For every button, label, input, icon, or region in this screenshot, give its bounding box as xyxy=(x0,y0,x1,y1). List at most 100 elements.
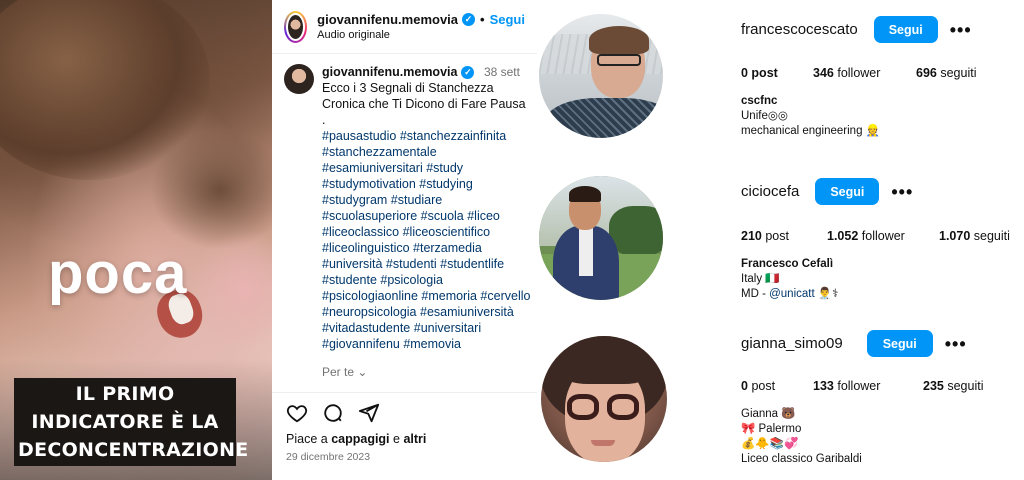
following-label: seguiti xyxy=(940,66,977,80)
bio-name: Francesco Cefalì xyxy=(741,258,834,270)
portrait-column xyxy=(537,0,725,480)
profile-bio: cscfnc Unife◎◎ mechanical engineering 👷 xyxy=(741,94,1021,139)
follow-button[interactable]: Segui xyxy=(815,178,880,205)
bio-link[interactable]: @unicatt xyxy=(769,288,815,300)
hashtag-line[interactable]: #psicologiaonline #memoria #cervello xyxy=(322,288,530,304)
profile-stats: 210 post 1.052 follower 1.070 seguiti xyxy=(741,229,1021,243)
comment-icon[interactable] xyxy=(322,402,344,424)
hashtag-line[interactable]: #esamiuniversitari #study xyxy=(322,160,530,176)
more-options-icon[interactable]: ••• xyxy=(945,335,967,353)
follower-count[interactable]: 346 follower xyxy=(813,66,916,80)
profiles-column: francescocescato Segui ••• 0 post 346 fo… xyxy=(725,0,1024,480)
video-caption-line: DECONCENTRAZIONE xyxy=(18,439,249,461)
hashtag-line[interactable]: #vitadastudente #universitari xyxy=(322,320,530,336)
following-count[interactable]: 235 seguiti xyxy=(923,379,983,393)
bio-line: Italy 🇮🇹 xyxy=(741,273,780,285)
hashtag-list: #pausastudio #stanchezzainfinita #stanch… xyxy=(322,128,530,352)
video-overlay-word: poca xyxy=(48,241,188,306)
photo-bangs xyxy=(561,350,651,384)
more-options-icon[interactable]: ••• xyxy=(950,21,972,39)
verified-badge-icon: ✓ xyxy=(462,13,476,26)
comment-line: . xyxy=(322,113,326,127)
see-more-label: Per te xyxy=(322,365,355,379)
follower-count-value: 133 xyxy=(813,379,834,393)
profile-username[interactable]: ciciocefa xyxy=(741,183,799,200)
hashtag-line[interactable]: #università #studenti #studentlife xyxy=(322,256,530,272)
following-count-value: 696 xyxy=(916,66,937,80)
comment-avatar[interactable] xyxy=(284,64,314,94)
hashtag-line[interactable]: #studente #psicologia xyxy=(322,272,530,288)
photo-clothing xyxy=(545,98,663,138)
hashtag-line[interactable]: #studymotivation #studying xyxy=(322,176,530,192)
bio-line: mechanical engineering 👷 xyxy=(741,125,880,137)
post-label: post xyxy=(751,379,776,393)
profile-username[interactable]: francescocescato xyxy=(741,21,858,38)
reel-video[interactable]: poca IL PRIMO INDICATORE È LA DECONCENTR… xyxy=(0,0,272,480)
photo-hair xyxy=(569,186,601,202)
bio-link-suffix: 👨‍⚕️⚕ xyxy=(814,288,839,300)
follow-button[interactable]: Segui xyxy=(866,330,933,357)
following-count-value: 235 xyxy=(923,379,944,393)
post-count: 0 post xyxy=(741,379,813,393)
profile-bio: Gianna 🐻 🎀 Palermo 💰🐥📚💞 Liceo classico G… xyxy=(741,407,1021,467)
comment-text: Ecco i 3 Segnali di Stanchezza Cronica c… xyxy=(322,80,530,128)
hashtag-line[interactable]: #pausastudio #stanchezzainfinita xyxy=(322,128,530,144)
photo-mouth xyxy=(591,440,615,446)
follow-button[interactable]: Segui xyxy=(873,16,938,43)
bio-line-with-link: MD - @unicatt 👨‍⚕️⚕ xyxy=(741,287,1021,302)
likes-and: e xyxy=(393,432,400,446)
share-icon[interactable] xyxy=(358,402,380,424)
post-panel: giovannifenu.memovia ✓ • Segui Audio ori… xyxy=(272,0,537,480)
separator-dot: • xyxy=(480,12,485,27)
author-username[interactable]: giovannifenu.memovia xyxy=(317,12,458,27)
following-count[interactable]: 696 seguiti xyxy=(916,66,976,80)
caption-comment: giovannifenu.memovia ✓ 38 sett Ecco i 3 … xyxy=(272,54,537,352)
video-caption-line: IL PRIMO INDICATORE È LA xyxy=(31,383,219,433)
profile-photo[interactable] xyxy=(539,176,663,300)
follower-count-value: 346 xyxy=(813,66,834,80)
profile-photo[interactable] xyxy=(541,336,667,462)
comment-line: Cronica che Ti Dicono di Fare Pausa xyxy=(322,97,526,111)
bio-line: 🎀 Palermo xyxy=(741,423,802,435)
audio-label[interactable]: Audio originale xyxy=(317,29,525,41)
likes-others-link[interactable]: altri xyxy=(403,432,426,446)
comment-line: Ecco i 3 Segnali di Stanchezza xyxy=(322,81,494,95)
more-options-icon[interactable]: ••• xyxy=(891,183,913,201)
photo-shirt xyxy=(579,226,593,276)
hashtag-line[interactable]: #studygram #studiare xyxy=(322,192,530,208)
heart-icon[interactable] xyxy=(286,402,308,424)
bio-name: cscfnc xyxy=(741,95,778,107)
follower-count[interactable]: 133 follower xyxy=(813,379,923,393)
profile-card: gianna_simo09 Segui ••• 0 post 133 follo… xyxy=(741,330,1021,467)
post-date: 29 dicembre 2023 xyxy=(286,451,371,463)
author-avatar-story-ring[interactable] xyxy=(284,10,308,43)
comment-username[interactable]: giovannifenu.memovia xyxy=(322,64,457,80)
post-count: 210 post xyxy=(741,229,827,243)
hashtag-line[interactable]: #neuropsicologia #esamiuniversità xyxy=(322,304,530,320)
post-label: post xyxy=(765,229,789,243)
photo-glasses xyxy=(607,394,639,420)
profile-card: ciciocefa Segui ••• 210 post 1.052 follo… xyxy=(741,178,1021,302)
profile-username[interactable]: gianna_simo09 xyxy=(741,335,843,352)
author-avatar[interactable] xyxy=(286,12,306,41)
profile-stats: 0 post 346 follower 696 seguiti xyxy=(741,66,1021,80)
hashtag-line[interactable]: #giovannifenu #memovia xyxy=(322,336,530,352)
hashtag-line[interactable]: #liceolinguistico #terzamedia xyxy=(322,240,530,256)
see-more-toggle[interactable]: Per te ⌄ xyxy=(272,352,537,379)
profile-stats: 0 post 133 follower 235 seguiti xyxy=(741,379,1021,393)
comment-time: 38 sett xyxy=(483,65,520,79)
likes-user-link[interactable]: cappagigi xyxy=(331,432,389,446)
following-count[interactable]: 1.070 seguiti xyxy=(939,229,1010,243)
hashtag-line[interactable]: #scuolasuperiore #scuola #liceo xyxy=(322,208,530,224)
video-caption: IL PRIMO INDICATORE È LA DECONCENTRAZION… xyxy=(14,378,249,466)
post-header: giovannifenu.memovia ✓ • Segui Audio ori… xyxy=(272,0,537,54)
follower-count[interactable]: 1.052 follower xyxy=(827,229,939,243)
hashtag-line[interactable]: #liceoclassico #liceoscientifico xyxy=(322,224,530,240)
bio-line: 💰🐥📚💞 xyxy=(741,438,799,450)
follow-link[interactable]: Segui xyxy=(490,12,525,27)
chevron-down-icon: ⌄ xyxy=(357,365,368,379)
bio-line: Unife◎◎ xyxy=(741,110,788,122)
hashtag-line[interactable]: #stanchezzamentale xyxy=(322,144,530,160)
profile-photo[interactable] xyxy=(539,14,663,138)
follower-count-value: 1.052 xyxy=(827,229,859,243)
